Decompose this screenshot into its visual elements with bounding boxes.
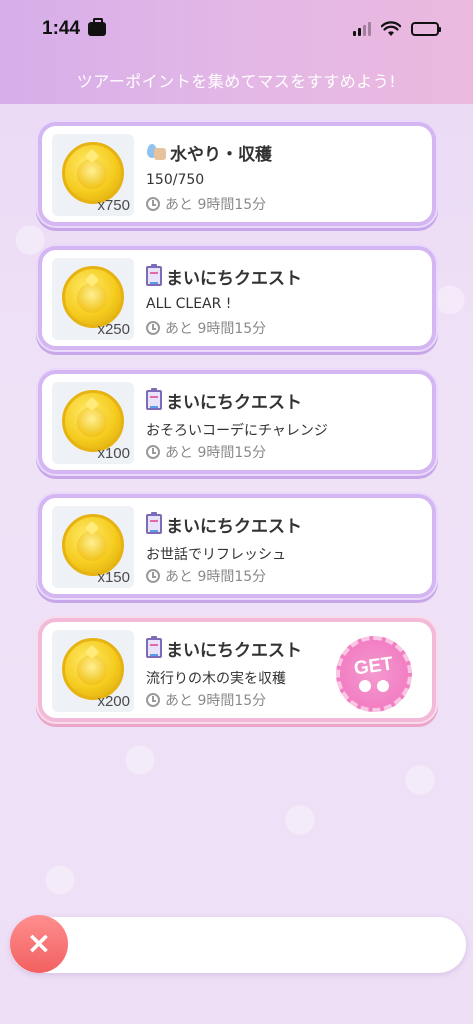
mission-title: 水やり・収穫: [170, 144, 272, 165]
header-subtitle: ツアーポイントを集めてマスをすすめよう!: [76, 72, 397, 91]
mission-card[interactable]: x150 まいにちクエスト お世話でリフレッシュ あと 9時間15分: [38, 494, 436, 598]
reward-quantity: x250: [97, 321, 130, 338]
coin-icon: [62, 142, 124, 204]
coin-icon: [62, 266, 124, 328]
mission-detail: 150/750: [146, 172, 205, 188]
mission-title: まいにちクエスト: [166, 392, 302, 413]
mission-card[interactable]: x750 水やり・収穫 150/750 あと 9時間15分: [38, 122, 436, 226]
briefcase-icon: [88, 18, 107, 36]
time-remaining: あと 9時間15分: [165, 445, 267, 461]
mission-detail: おそろいコーデにチャレンジ: [146, 423, 328, 439]
clock-icon: [146, 321, 160, 335]
get-reward-button[interactable]: GET: [336, 636, 412, 712]
time-remaining: あと 9時間15分: [165, 197, 267, 213]
mission-detail: ALL CLEAR !: [146, 296, 232, 312]
reward-quantity: x750: [97, 197, 130, 214]
reward-thumbnail: x100: [52, 382, 134, 464]
clipboard-icon: [146, 512, 162, 534]
clipboard-icon: [146, 388, 162, 410]
battery-icon: [411, 22, 441, 36]
reward-thumbnail: x750: [52, 134, 134, 216]
status-bar: 1:44: [0, 0, 473, 58]
close-icon: ×: [26, 926, 52, 961]
clipboard-icon: [146, 636, 162, 658]
mission-card-claimable[interactable]: x200 まいにちクエスト 流行りの木の実を収穫 あと 9時間15分 GET: [38, 618, 436, 722]
coin-icon: [62, 638, 124, 700]
status-time: 1:44: [42, 18, 81, 39]
time-remaining: あと 9時間15分: [165, 693, 267, 709]
cellular-signal-icon: [353, 22, 371, 36]
clock-icon: [146, 445, 160, 459]
reward-thumbnail: x200: [52, 630, 134, 712]
coin-icon: [62, 514, 124, 576]
ribbon-icon: [359, 680, 389, 692]
reward-thumbnail: x150: [52, 506, 134, 588]
bottom-bar: ×: [10, 915, 466, 973]
mission-detail: お世話でリフレッシュ: [146, 547, 286, 563]
close-button[interactable]: ×: [10, 915, 68, 973]
mission-card[interactable]: x250 まいにちクエスト ALL CLEAR ! あと 9時間15分: [38, 246, 436, 350]
status-icons: [353, 21, 441, 37]
reward-quantity: x150: [97, 569, 130, 586]
mission-card[interactable]: x100 まいにちクエスト おそろいコーデにチャレンジ あと 9時間15分: [38, 370, 436, 474]
reward-quantity: x200: [97, 693, 130, 710]
watering-icon: [146, 142, 166, 162]
wifi-icon: [381, 21, 401, 36]
clock-icon: [146, 197, 160, 211]
mission-title: まいにちクエスト: [166, 640, 302, 661]
mission-list: x750 水やり・収穫 150/750 あと 9時間15分 x250 まいにちク…: [38, 122, 438, 742]
clipboard-icon: [146, 264, 162, 286]
clock-icon: [146, 569, 160, 583]
clock-icon: [146, 693, 160, 707]
get-label: GET: [353, 653, 395, 680]
time-remaining: あと 9時間15分: [165, 321, 267, 337]
coin-icon: [62, 390, 124, 452]
reward-thumbnail: x250: [52, 258, 134, 340]
reward-quantity: x100: [97, 445, 130, 462]
header: 1:44 ツアーポイントを集めてマスをすすめよう!: [0, 0, 473, 104]
mission-title: まいにちクエスト: [166, 516, 302, 537]
time-remaining: あと 9時間15分: [165, 569, 267, 585]
mission-title: まいにちクエスト: [166, 268, 302, 289]
status-time-group: 1:44: [42, 18, 107, 40]
